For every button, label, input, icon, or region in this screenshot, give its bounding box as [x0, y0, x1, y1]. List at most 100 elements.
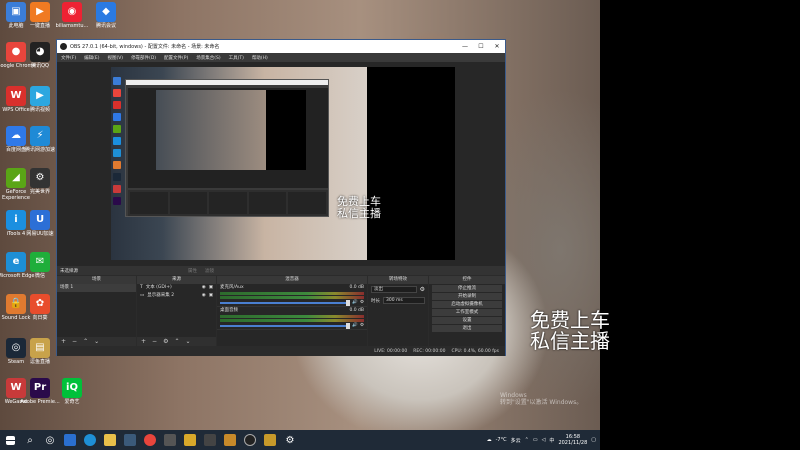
preview-black-region [367, 67, 455, 260]
scene-item[interactable]: 场景 1 [57, 284, 136, 292]
filters-button[interactable]: 滤镜 [205, 268, 214, 274]
menu-item[interactable]: 配置文件(P) [164, 55, 188, 61]
obs-menu-bar: 文件(F) 编辑(E) 视图(V) 停靠部件(D) 配置文件(P) 场景集合(S) 工具(T… [57, 53, 505, 62]
minimize-button[interactable]: — [457, 43, 473, 50]
settings-button[interactable]: 设置 [432, 317, 502, 324]
move-down-icon[interactable]: ⌄ [185, 338, 190, 345]
properties-button[interactable]: 属性 [188, 268, 197, 274]
source-item[interactable]: ▭ 显示器采集 2 ◉ ▣ [137, 292, 216, 300]
speaker-icon[interactable]: 🔊 [352, 323, 358, 328]
menu-item[interactable]: 工具(T) [229, 55, 244, 61]
studio-mode-button[interactable]: 工作室模式 [432, 309, 502, 316]
eye-icon[interactable]: ◉ [202, 284, 206, 292]
lock-icon[interactable]: ▣ [209, 292, 213, 300]
obs-preview[interactable] [57, 62, 505, 267]
system-tray: ☁ -7°C 多云 ⌃ ▭ ◁ 中 16:58 2021/11/28 ▢ [487, 434, 600, 446]
notification-icon[interactable]: ▢ [591, 437, 596, 443]
speaker-icon[interactable]: 🔊 [352, 300, 358, 305]
volume-icon[interactable]: ◁ [542, 437, 546, 443]
obs-taskbar-icon[interactable] [240, 430, 260, 450]
move-down-icon[interactable]: ⌄ [94, 338, 99, 345]
exit-button[interactable]: 退出 [432, 325, 502, 332]
edge-icon[interactable] [80, 430, 100, 450]
taskbar-app-icon[interactable] [220, 430, 240, 450]
network-icon[interactable]: ▭ [533, 437, 538, 443]
chevron-up-icon[interactable]: ⌃ [525, 437, 529, 443]
menu-item[interactable]: 编辑(E) [84, 55, 99, 61]
close-button[interactable]: ✕ [489, 43, 505, 50]
add-scene-button[interactable]: + [61, 338, 66, 345]
move-up-icon[interactable]: ⌃ [83, 338, 88, 345]
lock-icon[interactable]: ▣ [209, 284, 213, 292]
ime-icon[interactable]: 中 [549, 437, 554, 444]
maximize-button[interactable]: ☐ [473, 43, 489, 50]
premiere-icon: Pr [30, 378, 50, 398]
volume-slider[interactable] [220, 299, 351, 306]
volume-slider[interactable] [220, 322, 351, 329]
eye-icon[interactable]: ◉ [202, 292, 206, 300]
add-source-button[interactable]: + [141, 338, 146, 345]
transition-select[interactable]: 淡出 [371, 286, 417, 293]
source-item[interactable]: T 文本 (GDI+) ◉ ▣ [137, 284, 216, 292]
nested-preview [128, 88, 328, 188]
mixer-header: 混音器 [217, 276, 367, 284]
search-icon[interactable]: ⌕ [20, 430, 40, 450]
menu-item[interactable]: 停靠部件(D) [131, 55, 156, 61]
menu-item[interactable]: 视图(V) [107, 55, 123, 61]
remove-source-button[interactable]: − [152, 338, 157, 345]
desktop-icon[interactable]: iQ 爱奇艺 [52, 378, 92, 405]
gear-icon[interactable]: ⚙ [420, 286, 425, 293]
remove-scene-button[interactable]: − [72, 338, 77, 345]
gear-icon[interactable]: ⚙ [360, 323, 364, 328]
taskbar-app-icon[interactable] [260, 430, 280, 450]
duration-label: 时长 [371, 298, 380, 304]
scenes-dock: 场景 场景 1 + − ⌃ ⌄ [57, 276, 136, 346]
weather-icon[interactable]: ☁ [487, 437, 492, 443]
obs-window[interactable]: OBS 27.0.1 (64-bit, windows) - 配置文件: 未命名… [56, 39, 506, 356]
desktop-icon[interactable]: U 网易UU加速 [20, 210, 60, 237]
move-up-icon[interactable]: ⌃ [174, 338, 179, 345]
start-virtual-camera-button[interactable]: 启动虚拟摄像机 [432, 301, 502, 308]
obs-title-bar[interactable]: OBS 27.0.1 (64-bit, windows) - 配置文件: 未命名… [57, 40, 505, 53]
wechat-icon: ✉ [30, 252, 50, 272]
desktop-icon[interactable]: ✿ 向日葵 [20, 294, 60, 321]
taskbar-app-icon[interactable] [200, 430, 220, 450]
gear-icon[interactable]: ⚙ [163, 338, 168, 345]
menu-item[interactable]: 帮助(H) [252, 55, 268, 61]
desktop-icon-label: 向日葵 [32, 315, 48, 321]
volume-meter [220, 296, 364, 299]
taskbar-app-icon[interactable] [160, 430, 180, 450]
sources-footer: + − ⚙ ⌃ ⌄ [137, 337, 216, 346]
desktop-icon[interactable]: ◆ 腾讯会议 [86, 2, 126, 29]
controls-dock: 控件 停止推流 开始录制 启动虚拟摄像机 工作室模式 设置 退出 [429, 276, 505, 346]
stop-streaming-button[interactable]: 停止推流 [432, 285, 502, 292]
desktop-icon[interactable]: ◕ 腾讯QQ [20, 42, 60, 69]
menu-item[interactable]: 文件(F) [61, 55, 76, 61]
chrome-icon[interactable] [140, 430, 160, 450]
steam-icon[interactable] [120, 430, 140, 450]
uu-icon: U [30, 210, 50, 230]
volume-meter [220, 319, 364, 322]
folder-icon[interactable] [100, 430, 120, 450]
gear-icon[interactable]: ⚙ [360, 300, 364, 305]
settings-icon[interactable]: ⚙ [280, 430, 300, 450]
controls-header: 控件 [429, 276, 505, 284]
desktop-icon[interactable]: ✉ 微信 [20, 252, 60, 279]
desktop-icon-label: 腾讯网游加速 [24, 147, 55, 153]
menu-item[interactable]: 场景集合(S) [196, 55, 220, 61]
task-view-icon[interactable]: ◎ [40, 430, 60, 450]
desktop-icon[interactable]: ⚙ 完美世界 [20, 168, 60, 195]
duration-input[interactable]: 300 ms [383, 297, 425, 304]
taskbar-app-icon[interactable] [180, 430, 200, 450]
clock[interactable]: 16:58 2021/11/28 [558, 434, 587, 446]
desktop-icon-label: 完美世界 [29, 189, 50, 195]
mixer-channel: 麦克风/Aux 0.0 dB 🔊 ⚙ [217, 284, 367, 307]
desktop-icon-label: 腾讯视频 [29, 107, 50, 113]
desktop-icon[interactable]: ⚡ 腾讯网游加速 [20, 126, 60, 153]
start-button[interactable] [0, 430, 20, 450]
desktop-icon[interactable]: ▶ 腾讯视频 [20, 86, 60, 113]
desktop-icon[interactable]: ▤ 逗鱼直播 [20, 338, 60, 365]
taskbar-app-icon[interactable] [60, 430, 80, 450]
start-recording-button[interactable]: 开始录制 [432, 293, 502, 300]
watermark-line2: 转到"设置"以激活 Windows。 [500, 399, 583, 406]
